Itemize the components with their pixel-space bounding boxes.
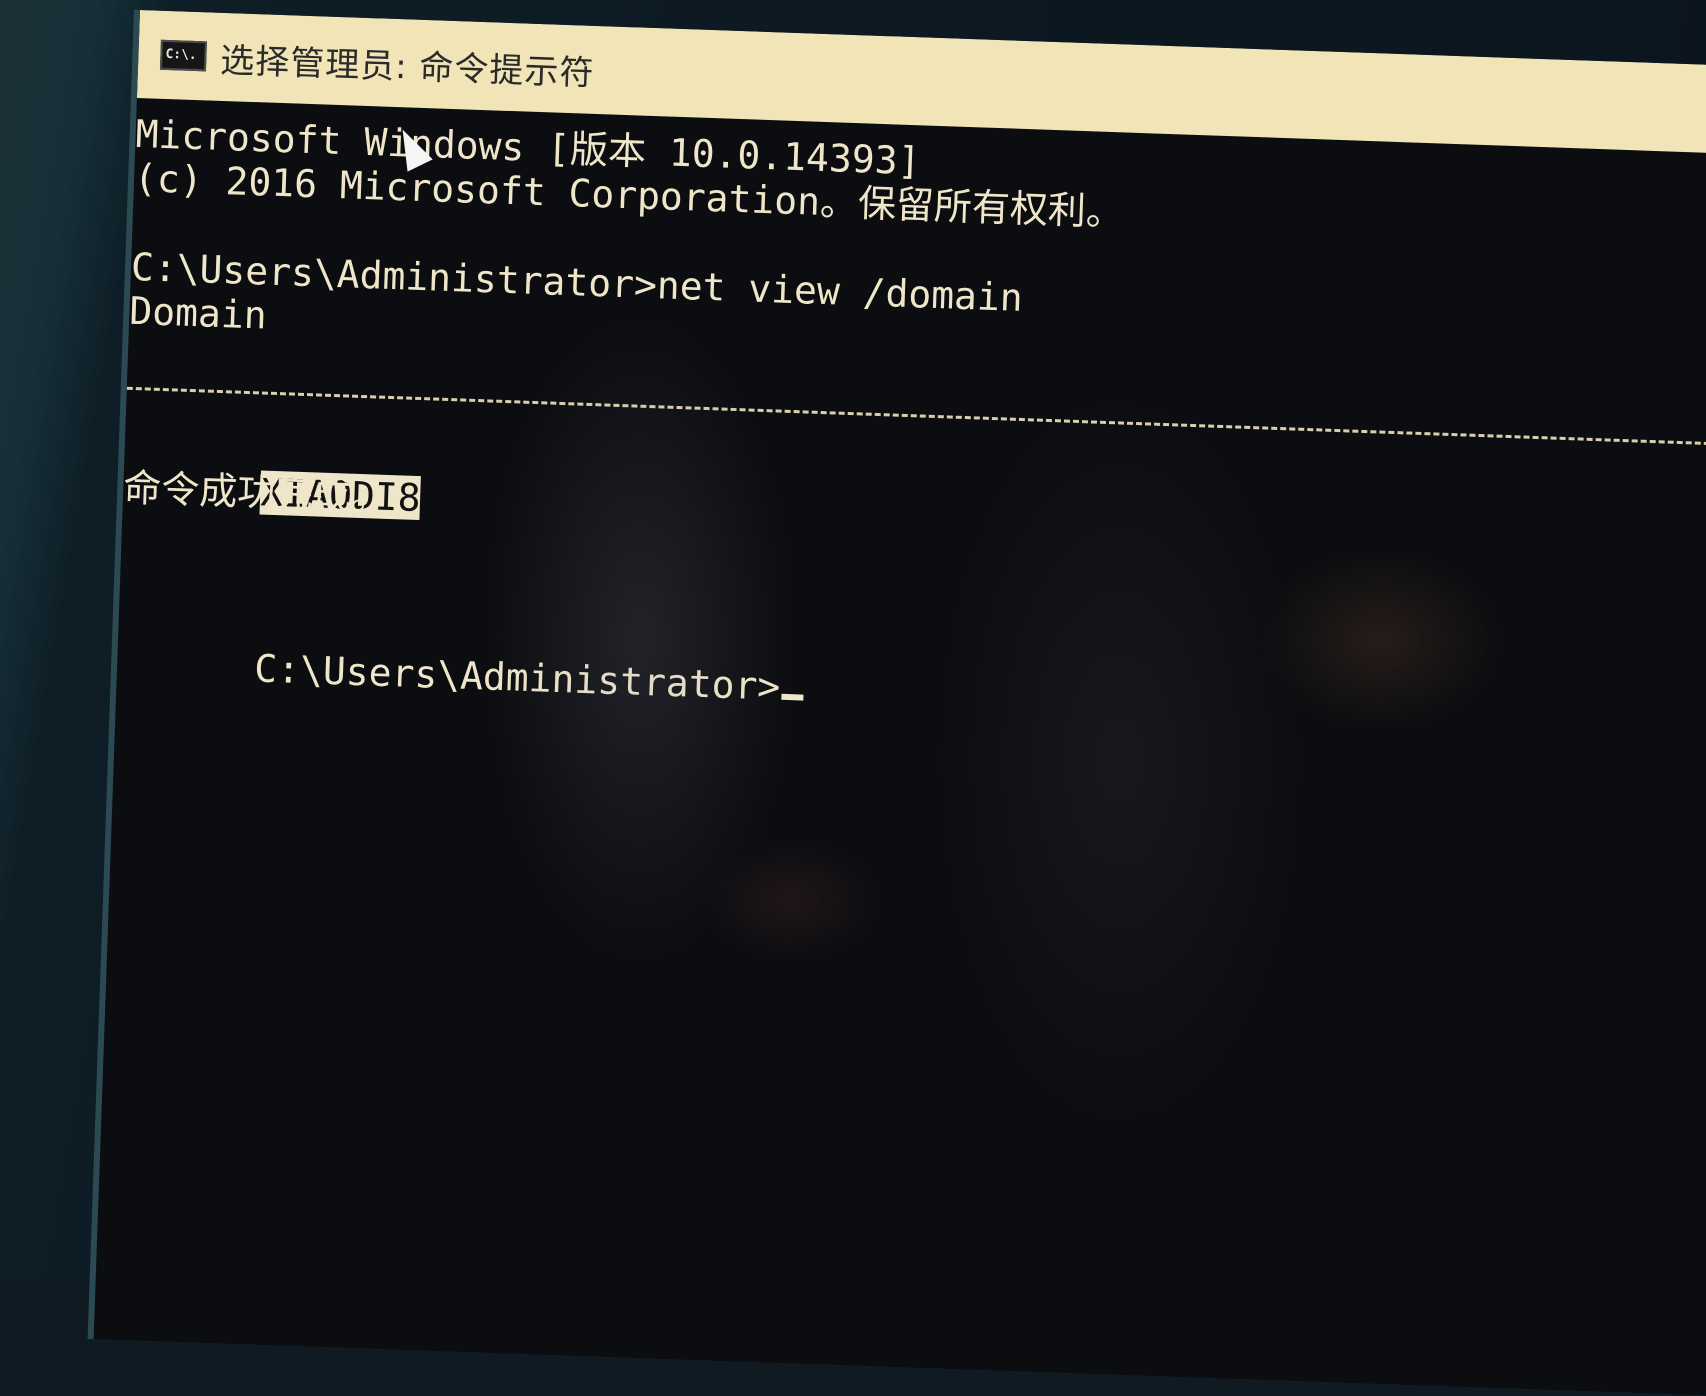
cmd-icon: C:\. (159, 39, 207, 72)
console-line-header: Domain (128, 288, 268, 338)
prompt-text: C:\Users\Administrator> (253, 646, 782, 709)
console-output[interactable]: Microsoft Windows [版本 10.0.14393] (c) 20… (94, 102, 1706, 1396)
status-message: 命令成功完成。 (122, 465, 390, 519)
prompt-line[interactable]: C:\Users\Administrator> (115, 598, 807, 754)
text-cursor (781, 693, 804, 701)
window-title: 选择管理员: 命令提示符 (219, 40, 596, 94)
command-prompt-window[interactable]: C:\. 选择管理员: 命令提示符 Microsoft Windows [版本 … (93, 10, 1706, 1396)
